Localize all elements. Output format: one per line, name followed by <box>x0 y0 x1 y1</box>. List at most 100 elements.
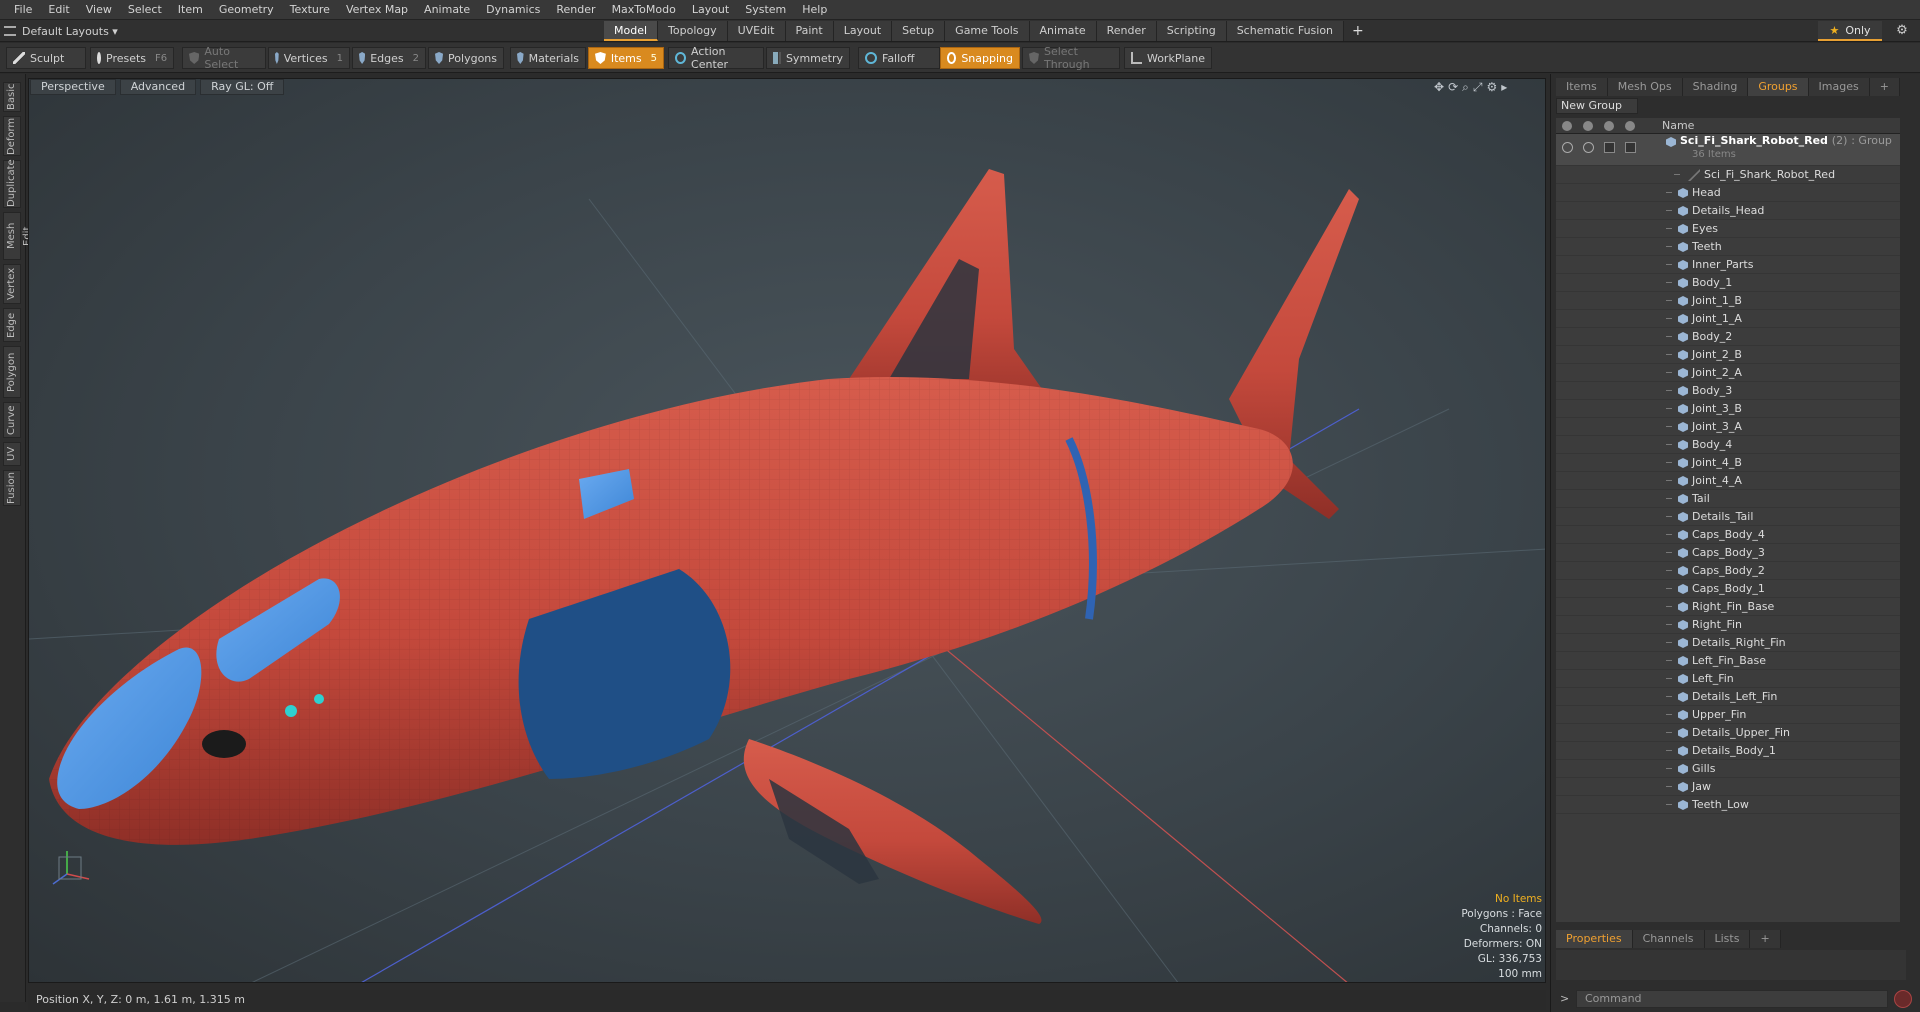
gear-icon[interactable]: ⚙ <box>1893 22 1911 40</box>
menu-layout[interactable]: Layout <box>684 0 737 20</box>
tree-item[interactable]: Joint_3_B <box>1556 400 1900 418</box>
presets-button[interactable]: Presets F6 <box>90 47 174 69</box>
menu-help[interactable]: Help <box>794 0 835 20</box>
lock-icon[interactable] <box>1583 142 1594 153</box>
tree-item[interactable]: Joint_4_A <box>1556 472 1900 490</box>
tree-item[interactable]: Caps_Body_1 <box>1556 580 1900 598</box>
tree-item[interactable]: Joint_3_A <box>1556 418 1900 436</box>
menu-render[interactable]: Render <box>548 0 603 20</box>
tree-item[interactable]: Body_1 <box>1556 274 1900 292</box>
menu-geometry[interactable]: Geometry <box>211 0 282 20</box>
menu-item[interactable]: Item <box>170 0 211 20</box>
left-tab-polygon[interactable]: Polygon <box>3 346 21 398</box>
tree-item[interactable]: Details_Upper_Fin <box>1556 724 1900 742</box>
tree-item[interactable]: Details_Tail <box>1556 508 1900 526</box>
menu-file[interactable]: File <box>6 0 40 20</box>
left-tab-basic[interactable]: Basic <box>3 82 21 112</box>
falloff-button[interactable]: Falloff <box>858 47 940 69</box>
rotate-icon[interactable]: ⟳ <box>1448 80 1458 95</box>
fit-icon[interactable]: ⤢ <box>1473 80 1483 95</box>
viewport-gear-icon[interactable]: ⚙ <box>1486 80 1497 95</box>
left-tab-edge[interactable]: Edge <box>3 308 21 342</box>
select-checkbox[interactable] <box>1604 142 1615 153</box>
tree-item[interactable]: Joint_4_B <box>1556 454 1900 472</box>
polygons-button[interactable]: Polygons <box>428 47 504 69</box>
tab-topology[interactable]: Topology <box>658 21 728 41</box>
left-tab-duplicate[interactable]: Duplicate <box>3 159 21 208</box>
eye-icon[interactable] <box>1562 142 1573 153</box>
menu-texture[interactable]: Texture <box>282 0 338 20</box>
left-tab-vertex[interactable]: Vertex <box>3 264 21 304</box>
3d-viewport[interactable] <box>28 78 1546 983</box>
bottom-tab-lists[interactable]: Lists <box>1704 930 1751 948</box>
tree-item[interactable]: Joint_1_A <box>1556 310 1900 328</box>
only-button[interactable]: ★ Only <box>1818 21 1882 41</box>
tab-paint[interactable]: Paint <box>785 21 834 41</box>
panel-tab-items[interactable]: Items <box>1556 78 1608 96</box>
tree-item[interactable]: Right_Fin_Base <box>1556 598 1900 616</box>
tree-item[interactable]: Joint_1_B <box>1556 292 1900 310</box>
view-mode-dropdown[interactable]: Perspective <box>30 79 116 95</box>
tree-item[interactable]: Caps_Body_2 <box>1556 562 1900 580</box>
tree-item[interactable]: Caps_Body_3 <box>1556 544 1900 562</box>
expand-icon[interactable]: ▸ <box>1501 80 1507 95</box>
tree-item[interactable]: Details_Left_Fin <box>1556 688 1900 706</box>
tree-item[interactable]: Joint_2_B <box>1556 346 1900 364</box>
panel-tab-shading[interactable]: Shading <box>1682 78 1749 96</box>
tree-item[interactable]: Sci_Fi_Shark_Robot_Red <box>1556 166 1900 184</box>
menu-select[interactable]: Select <box>120 0 170 20</box>
panel-tab--[interactable]: + <box>1869 78 1900 96</box>
menu-vertex-map[interactable]: Vertex Map <box>338 0 416 20</box>
vertices-button[interactable]: Vertices 1 <box>268 47 350 69</box>
action-center-button[interactable]: Action Center <box>668 45 764 71</box>
tab-game-tools[interactable]: Game Tools <box>945 21 1030 41</box>
menu-maxtomodo[interactable]: MaxToModo <box>604 0 684 20</box>
tree-item[interactable]: Details_Body_1 <box>1556 742 1900 760</box>
tree-item[interactable]: Eyes <box>1556 220 1900 238</box>
menu-view[interactable]: View <box>78 0 120 20</box>
auto-select-button[interactable]: Auto Select <box>182 45 266 71</box>
add-tab-button[interactable]: + <box>1344 21 1372 41</box>
record-icon[interactable] <box>1894 990 1912 1008</box>
left-tab-mesh-edit[interactable]: Mesh Edit <box>3 212 33 260</box>
bottom-tab-channels[interactable]: Channels <box>1632 930 1705 948</box>
tree-item[interactable]: Details_Head <box>1556 202 1900 220</box>
tree-item[interactable]: Right_Fin <box>1556 616 1900 634</box>
tree-item[interactable]: Jaw <box>1556 778 1900 796</box>
tab-schematic-fusion[interactable]: Schematic Fusion <box>1226 21 1345 41</box>
menu-dynamics[interactable]: Dynamics <box>478 0 548 20</box>
workplane-button[interactable]: WorkPlane <box>1124 47 1212 69</box>
panel-tab-mesh-ops[interactable]: Mesh Ops <box>1607 78 1683 96</box>
tree-item[interactable]: Left_Fin_Base <box>1556 652 1900 670</box>
edges-button[interactable]: Edges 2 <box>352 47 426 69</box>
menu-edit[interactable]: Edit <box>40 0 77 20</box>
tree-item[interactable]: Caps_Body_4 <box>1556 526 1900 544</box>
tree-item[interactable]: Left_Fin <box>1556 670 1900 688</box>
menu-animate[interactable]: Animate <box>416 0 478 20</box>
tree-item[interactable]: Inner_Parts <box>1556 256 1900 274</box>
tree-item[interactable]: Teeth <box>1556 238 1900 256</box>
select-through-button[interactable]: Select Through <box>1022 45 1120 71</box>
bottom-tab--[interactable]: + <box>1750 930 1781 948</box>
layout-dropdown[interactable]: Default Layouts ▾ <box>4 22 118 40</box>
tree-item[interactable]: Teeth_Low <box>1556 796 1900 814</box>
render-checkbox[interactable] <box>1625 142 1636 153</box>
viewport-scene[interactable] <box>29 79 1546 983</box>
tree-item[interactable]: Body_2 <box>1556 328 1900 346</box>
new-group-button[interactable]: New Group <box>1556 98 1638 114</box>
group-row[interactable]: Sci_Fi_Shark_Robot_Red (2) : Group 36 It… <box>1556 134 1900 166</box>
tree-item[interactable]: Details_Right_Fin <box>1556 634 1900 652</box>
tab-render[interactable]: Render <box>1096 21 1157 41</box>
tab-uvedit[interactable]: UVEdit <box>727 21 786 41</box>
snapping-button[interactable]: Snapping <box>940 47 1020 69</box>
tree-item[interactable]: Upper_Fin <box>1556 706 1900 724</box>
shading-dropdown[interactable]: Advanced <box>119 79 197 95</box>
raygl-toggle[interactable]: Ray GL: Off <box>200 79 285 95</box>
left-tab-fusion[interactable]: Fusion <box>3 470 21 506</box>
tree-item[interactable]: Body_4 <box>1556 436 1900 454</box>
tab-model[interactable]: Model <box>604 21 659 41</box>
symmetry-button[interactable]: Symmetry <box>766 47 850 69</box>
tree-item[interactable]: Joint_2_A <box>1556 364 1900 382</box>
tree-item[interactable]: Body_3 <box>1556 382 1900 400</box>
tab-animate[interactable]: Animate <box>1029 21 1097 41</box>
